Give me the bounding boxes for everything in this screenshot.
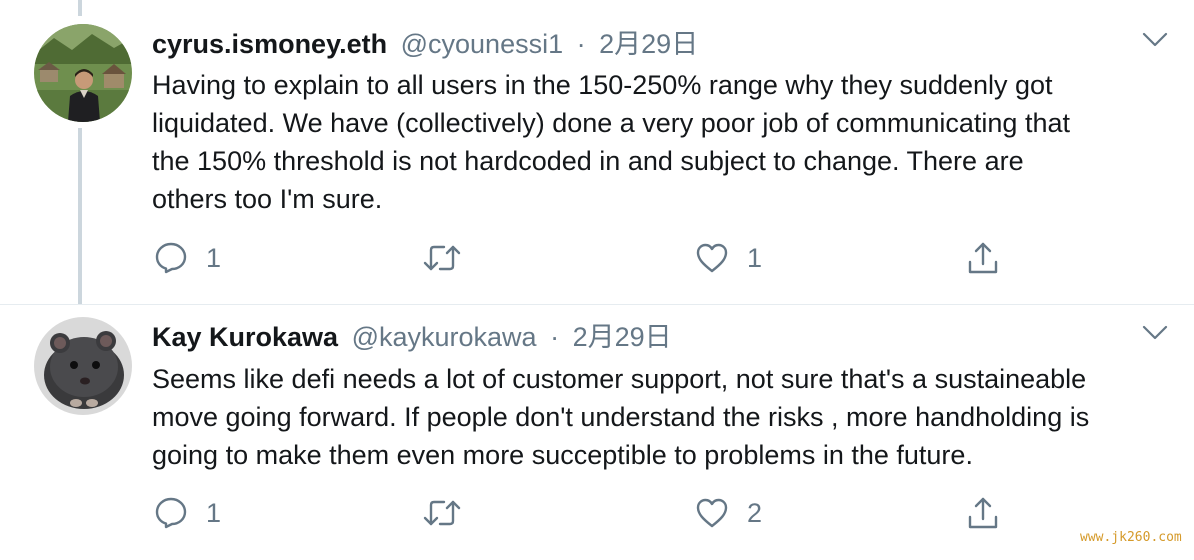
tweet-date[interactable]: 2月29日 — [599, 29, 698, 59]
avatar-image — [34, 24, 132, 122]
share-icon — [968, 497, 998, 529]
retweet-icon — [423, 500, 461, 526]
avatar-cyrus[interactable] — [34, 24, 132, 122]
user-handle[interactable]: @kaykurokawa — [352, 322, 537, 352]
tweet-date[interactable]: 2月29日 — [573, 322, 672, 352]
like-button[interactable]: 2 — [695, 491, 762, 535]
like-count: 2 — [747, 497, 763, 528]
share-button[interactable] — [966, 236, 1000, 280]
reply-icon — [155, 242, 187, 274]
tweet-header: cyrus.ismoney.eth @cyounessi1 · 2月29日 — [152, 24, 698, 64]
like-count: 1 — [747, 242, 763, 273]
tweet-text-line: Seems like defi needs a lot of customer … — [152, 364, 1087, 394]
tweet-text-line: the 150% threshold is not hardcoded in a… — [152, 146, 1024, 176]
tweet-text-line: move going forward. If people don't unde… — [152, 402, 1090, 432]
reply-icon — [155, 497, 187, 529]
reply-button[interactable]: 1 — [154, 236, 221, 280]
like-icon — [696, 498, 728, 528]
tweet-text-line: Having to explain to all users in the 15… — [152, 70, 1053, 100]
tweet-text-line: others too I'm sure. — [152, 184, 383, 214]
separator-dot: · — [576, 29, 586, 59]
share-icon — [968, 242, 998, 274]
tweet-header: Kay Kurokawa @kaykurokawa · 2月29日 — [152, 317, 672, 357]
tweet-2[interactable]: Kay Kurokawa @kaykurokawa · 2月29日 Seems … — [0, 305, 1194, 560]
reply-count: 1 — [206, 497, 222, 528]
chevron-down-icon[interactable] — [1140, 321, 1170, 345]
chevron-down-icon[interactable] — [1140, 28, 1170, 52]
tweet-1[interactable]: cyrus.ismoney.eth @cyounessi1 · 2月29日 Ha… — [0, 0, 1194, 304]
retweet-button[interactable] — [422, 491, 480, 535]
retweet-icon — [423, 245, 461, 271]
separator-dot: · — [550, 322, 560, 352]
display-name[interactable]: cyrus.ismoney.eth — [152, 29, 387, 59]
retweet-button[interactable] — [422, 236, 480, 280]
user-handle[interactable]: @cyounessi1 — [401, 29, 564, 59]
watermark: www.jk260.com — [1080, 530, 1182, 545]
reply-button[interactable]: 1 — [154, 491, 221, 535]
share-button[interactable] — [966, 491, 1000, 535]
avatar-kay[interactable] — [34, 317, 132, 415]
avatar-image — [34, 317, 132, 415]
tweet-text-line: going to make them even more succeptible… — [152, 440, 973, 470]
tweet-text: Having to explain to all users in the 15… — [152, 66, 1182, 218]
tweet-actions: 1 1 — [0, 236, 1194, 280]
tweet-actions: 1 2 — [0, 491, 1194, 535]
reply-count: 1 — [206, 242, 222, 273]
tweet-text-line: liquidated. We have (collectively) done … — [152, 108, 1070, 138]
display-name[interactable]: Kay Kurokawa — [152, 322, 338, 352]
like-button[interactable]: 1 — [695, 236, 762, 280]
tweet-text: Seems like defi needs a lot of customer … — [152, 360, 1182, 474]
like-icon — [696, 243, 728, 273]
